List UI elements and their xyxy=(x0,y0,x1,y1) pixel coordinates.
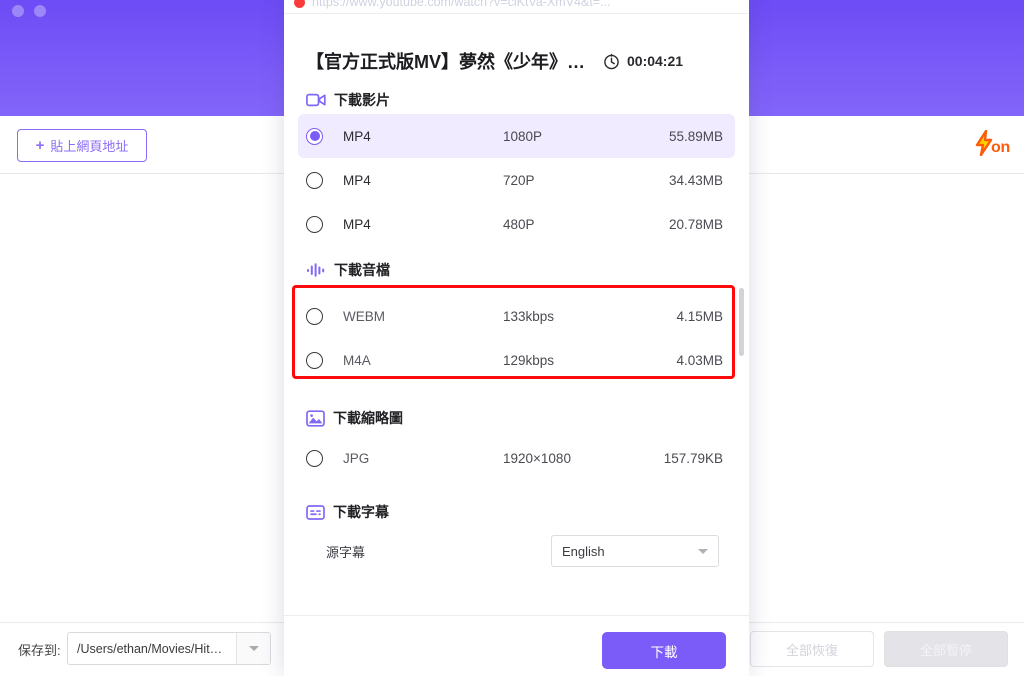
option-size: 4.15MB xyxy=(676,308,723,324)
section-header-audio: 下載音檔 xyxy=(284,256,749,284)
save-to-label: 保存到: xyxy=(18,643,61,658)
close-window-button[interactable] xyxy=(12,5,24,17)
dialog-url-bar: https://www.youtube.com/watch?v=ciKtVa-X… xyxy=(284,0,749,13)
dialog-url-divider xyxy=(284,13,749,14)
minimize-window-button[interactable] xyxy=(34,5,46,17)
radio-audio-webm[interactable] xyxy=(306,307,323,325)
option-detail: 133kbps xyxy=(503,308,555,324)
dialog-options-scroll-area[interactable]: 下載影片 MP4 1080P 55.89MB MP4 720P 34.43MB … xyxy=(284,82,749,615)
audio-waveform-icon xyxy=(306,262,326,278)
chevron-down-icon xyxy=(248,646,259,651)
screen: + 貼上網頁地址 on 保存到: /Users/ethan/Movies/Hit… xyxy=(0,0,1024,676)
video-camera-icon xyxy=(306,92,326,108)
save-path-dropdown-button[interactable] xyxy=(236,633,270,664)
option-detail: 480P xyxy=(503,216,535,232)
dialog-footer: 下載 xyxy=(284,615,749,676)
subtitle-source-row: 源字幕 English xyxy=(298,526,735,576)
turbo-state-label: on xyxy=(991,139,1010,156)
section-label-video: 下載影片 xyxy=(334,92,390,108)
section-label-subtitle: 下載字幕 xyxy=(333,504,389,520)
download-options-dialog: https://www.youtube.com/watch?v=ciKtVa-X… xyxy=(284,0,749,676)
resume-all-label: 全部恢復 xyxy=(785,642,838,658)
option-row-thumbnail-jpg[interactable]: JPG 1920×1080 157.79KB xyxy=(298,436,735,480)
radio-video-1080p[interactable] xyxy=(306,127,323,145)
video-title: 【官方正式版MV】夢然《少年》… xyxy=(306,52,585,72)
save-path-value: /Users/ethan/Movies/Hit… xyxy=(77,641,223,656)
option-format: JPG xyxy=(343,450,370,466)
option-detail: 1920×1080 xyxy=(503,450,571,466)
option-row-audio-webm[interactable]: WEBM 133kbps 4.15MB xyxy=(298,294,735,338)
option-size: 34.43MB xyxy=(668,172,723,188)
option-row-video-720p[interactable]: MP4 720P 34.43MB xyxy=(298,158,735,202)
option-row-audio-m4a[interactable]: M4A 129kbps 4.03MB xyxy=(298,338,735,382)
option-format: MP4 xyxy=(343,172,371,188)
record-dot-icon xyxy=(294,0,305,8)
option-row-video-480p[interactable]: MP4 480P 20.78MB xyxy=(298,202,735,246)
option-size: 55.89MB xyxy=(668,128,723,144)
download-button[interactable]: 下載 xyxy=(602,632,726,669)
plus-icon: + xyxy=(35,137,45,154)
option-size: 20.78MB xyxy=(668,216,723,232)
window-traffic-lights[interactable] xyxy=(12,5,46,17)
option-detail: 720P xyxy=(503,172,535,188)
section-header-subtitle: 下載字幕 xyxy=(284,498,749,526)
section-label-thumbnail: 下載縮略圖 xyxy=(333,410,403,426)
turbo-mode-indicator[interactable]: on xyxy=(974,130,1010,156)
option-format: MP4 xyxy=(343,128,371,144)
chevron-down-icon xyxy=(698,548,708,554)
image-icon xyxy=(306,409,325,427)
option-format: WEBM xyxy=(343,308,385,324)
section-label-audio: 下載音檔 xyxy=(334,262,390,278)
radio-video-720p[interactable] xyxy=(306,171,323,189)
download-button-label: 下載 xyxy=(650,644,678,660)
save-path-selector[interactable]: /Users/ethan/Movies/Hit… xyxy=(67,632,271,665)
subtitle-language-value: English xyxy=(562,543,605,559)
dialog-title-row: 【官方正式版MV】夢然《少年》… 00:04:21 xyxy=(284,40,749,82)
radio-thumbnail-jpg[interactable] xyxy=(306,449,323,467)
video-duration-text: 00:04:21 xyxy=(627,53,684,69)
clock-icon xyxy=(603,53,620,70)
option-size: 4.03MB xyxy=(676,352,723,368)
section-header-video: 下載影片 xyxy=(284,86,749,114)
option-size: 157.79KB xyxy=(663,450,723,466)
option-row-video-1080p[interactable]: MP4 1080P 55.89MB xyxy=(298,114,735,158)
option-format: M4A xyxy=(343,352,371,368)
pause-all-label: 全部暫停 xyxy=(919,642,972,658)
section-header-thumbnail: 下載縮略圖 xyxy=(284,404,749,432)
radio-video-480p[interactable] xyxy=(306,215,323,233)
paste-url-button[interactable]: + 貼上網頁地址 xyxy=(17,129,147,162)
pause-all-button[interactable]: 全部暫停 xyxy=(884,631,1008,667)
dialog-url-text: https://www.youtube.com/watch?v=ciKtVa-X… xyxy=(312,0,611,9)
paste-url-button-label: 貼上網頁地址 xyxy=(50,139,129,154)
dialog-scrollbar-thumb[interactable] xyxy=(739,288,744,356)
subtitle-source-label: 源字幕 xyxy=(326,544,366,560)
radio-audio-m4a[interactable] xyxy=(306,351,323,369)
subtitle-language-select[interactable]: English xyxy=(551,535,719,567)
option-detail: 1080P xyxy=(503,128,543,144)
video-duration: 00:04:21 xyxy=(603,53,683,70)
option-detail: 129kbps xyxy=(503,352,555,368)
option-format: MP4 xyxy=(343,216,371,232)
resume-all-button[interactable]: 全部恢復 xyxy=(750,631,874,667)
subtitle-icon xyxy=(306,504,325,520)
